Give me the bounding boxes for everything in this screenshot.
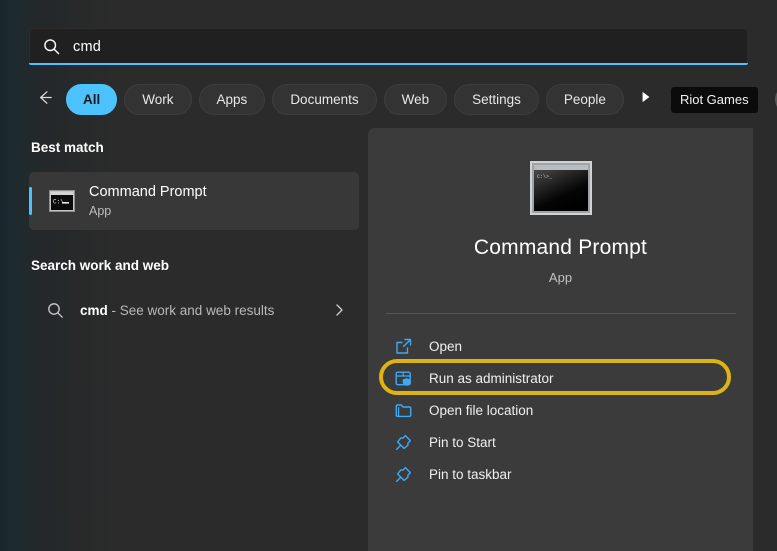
tab-all-label: All	[83, 92, 100, 107]
action-run-as-administrator[interactable]: Run as administrator	[376, 362, 746, 394]
search-work-web-heading: Search work and web	[29, 258, 359, 273]
tab-all[interactable]: All	[66, 84, 117, 115]
filter-tab-row: All Work Apps Documents Web Settings Peo…	[29, 83, 748, 116]
shield-window-icon	[394, 369, 413, 388]
search-icon	[43, 38, 60, 55]
svg-text:C:\>_: C:\>_	[537, 174, 553, 180]
tab-settings[interactable]: Settings	[454, 84, 539, 115]
windows-search-flyout: cmd All Work Apps Documents Web	[0, 0, 777, 551]
riot-games-tooltip: Riot Games	[671, 87, 758, 113]
tab-documents-label: Documents	[290, 92, 358, 107]
tab-web-label: Web	[402, 92, 430, 107]
search-bar[interactable]: cmd	[29, 28, 748, 65]
tab-people[interactable]: People	[546, 84, 624, 115]
preview-title: Command Prompt	[368, 236, 753, 260]
search-focus-underline	[29, 63, 748, 65]
action-open-file-location-label: Open file location	[429, 403, 533, 418]
tab-documents[interactable]: Documents	[272, 84, 376, 115]
action-pin-to-start[interactable]: Pin to Start	[376, 426, 746, 458]
web-result-label: cmd - See work and web results	[80, 303, 334, 318]
result-text-group: Command Prompt App	[89, 183, 207, 219]
result-command-prompt[interactable]: C:\ Command Prompt App	[29, 172, 359, 230]
web-result-suffix: - See work and web results	[108, 303, 275, 318]
preview-subtitle: App	[368, 270, 753, 285]
preview-divider	[386, 313, 736, 314]
result-title: Command Prompt	[89, 183, 207, 201]
tab-apps[interactable]: Apps	[199, 84, 266, 115]
results-column: Best match C:\ Command Prompt App Search…	[29, 128, 359, 551]
chevron-right-icon	[334, 303, 345, 317]
selection-accent-bar	[29, 187, 32, 215]
preview-icon-wrapper: C:\>_	[368, 161, 753, 215]
search-input[interactable]: cmd	[73, 39, 101, 55]
action-pin-to-start-label: Pin to Start	[429, 435, 496, 450]
preview-pane: C:\>_ Command Prompt App Open	[368, 128, 753, 551]
action-pin-to-taskbar-label: Pin to taskbar	[429, 467, 512, 482]
action-open[interactable]: Open	[376, 330, 746, 362]
tab-people-label: People	[564, 92, 606, 107]
folder-icon	[394, 401, 413, 420]
pin-icon	[394, 433, 413, 452]
tab-settings-label: Settings	[472, 92, 521, 107]
action-list: Open Run as administrator	[376, 330, 746, 490]
best-match-heading: Best match	[29, 140, 359, 155]
web-result-query: cmd	[80, 303, 108, 318]
back-button[interactable]	[29, 85, 59, 115]
open-external-icon	[394, 337, 413, 356]
result-subtitle: App	[89, 203, 207, 219]
action-open-label: Open	[429, 339, 462, 354]
more-tabs-button[interactable]	[633, 85, 659, 115]
back-arrow-icon	[35, 88, 54, 112]
action-pin-to-taskbar[interactable]: Pin to taskbar	[376, 458, 746, 490]
action-run-as-administrator-label: Run as administrator	[429, 371, 554, 386]
tab-work-label: Work	[142, 92, 173, 107]
action-open-file-location[interactable]: Open file location	[376, 394, 746, 426]
command-prompt-icon: C:\>_	[530, 161, 592, 215]
tab-web[interactable]: Web	[384, 84, 448, 115]
riot-games-tooltip-label: Riot Games	[680, 92, 749, 107]
command-prompt-icon: C:\	[49, 190, 75, 212]
web-result-row[interactable]: cmd - See work and web results	[29, 288, 359, 332]
pin-icon	[394, 465, 413, 484]
tab-apps-label: Apps	[217, 92, 248, 107]
search-icon	[47, 302, 64, 319]
tab-work[interactable]: Work	[124, 84, 191, 115]
play-arrow-icon	[640, 90, 652, 109]
